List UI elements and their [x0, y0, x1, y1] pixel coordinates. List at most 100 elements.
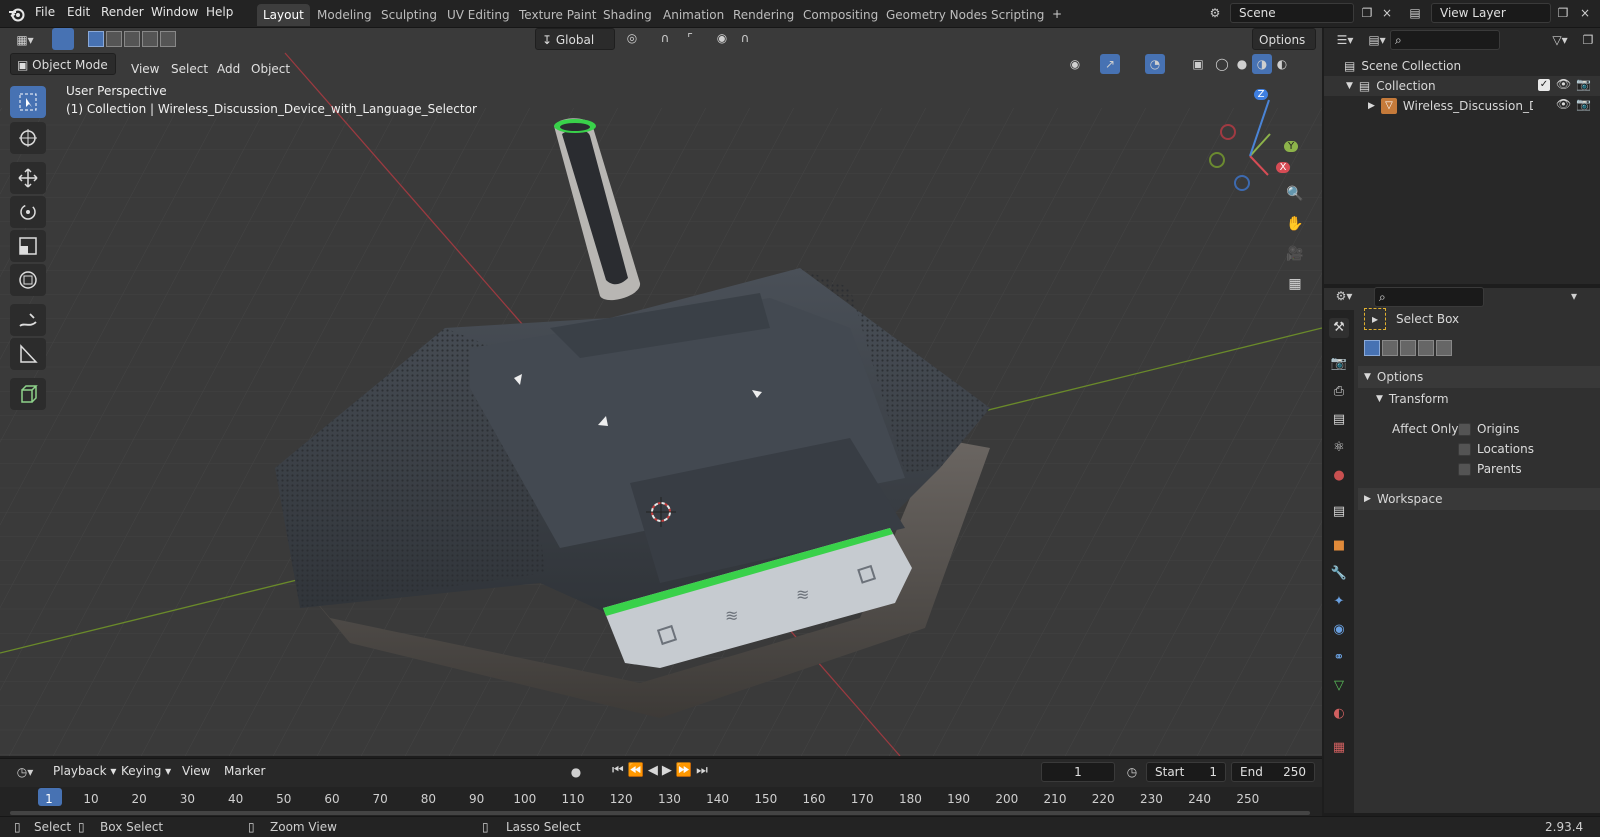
constraints-tab-icon[interactable]: ⚭ [1329, 648, 1349, 668]
visibility-icon[interactable]: ◉ [1065, 54, 1085, 74]
menu-help[interactable]: Help [206, 5, 233, 19]
collection-exclude-checkbox[interactable]: ✓ [1538, 79, 1550, 91]
view-layer-selector[interactable]: View Layer [1431, 3, 1551, 23]
transform-orientation-dropdown[interactable]: ↧ Global [535, 28, 615, 50]
parents-checkbox[interactable] [1458, 463, 1471, 476]
view-layer-icon[interactable]: ▤ [1405, 3, 1425, 23]
transform-subpanel-header[interactable]: ▼ Transform [1376, 392, 1449, 406]
timeline-editor-icon[interactable]: ◷▾ [10, 762, 40, 782]
origins-checkbox[interactable] [1458, 423, 1471, 436]
filter-icon[interactable]: ▽▾ [1546, 30, 1574, 50]
tab-modeling[interactable]: Modeling [311, 4, 378, 26]
snap-magnet-icon[interactable]: ∩ [655, 28, 675, 48]
gizmo-z-label[interactable]: Z [1254, 89, 1268, 100]
timeline-menu-marker[interactable]: Marker [224, 764, 265, 778]
material-shading-icon[interactable]: ◑ [1252, 54, 1272, 74]
close-view-layer-icon[interactable]: × [1575, 3, 1595, 23]
selection-mode-group[interactable] [88, 31, 176, 47]
collection-tab-icon[interactable]: ▤ [1329, 502, 1349, 522]
xray-icon[interactable]: ▣ [1188, 54, 1208, 74]
world-tab-icon[interactable]: ● [1329, 466, 1349, 486]
timeline-menu-view[interactable]: View [182, 764, 210, 778]
scene-tab-icon[interactable]: ⚛ [1329, 438, 1349, 458]
tool-select-box[interactable] [10, 86, 46, 118]
texture-tab-icon[interactable]: ▦ [1329, 738, 1349, 758]
render-tab-icon[interactable]: 📷 [1329, 354, 1349, 374]
viewport-menu-add[interactable]: Add [217, 62, 240, 76]
outliner-row-scene-collection[interactable]: ▤ Scene Collection [1344, 57, 1461, 75]
outliner-row-object[interactable]: ▶ ▽ Wireless_Discussion_Dev 👁 📷 [1324, 96, 1600, 116]
timeline-menu-playback[interactable]: Playback ▾ [53, 764, 116, 778]
solid-shading-icon[interactable]: ● [1232, 54, 1252, 74]
play-icon[interactable]: ▶ [662, 763, 672, 778]
tab-compositing[interactable]: Compositing [797, 4, 884, 26]
rendered-shading-icon[interactable]: ◐ [1272, 54, 1292, 74]
tool-mode-group[interactable] [1364, 340, 1452, 356]
select-intersect-icon[interactable] [160, 31, 176, 47]
material-tab-icon[interactable]: ◐ [1329, 704, 1349, 724]
pan-hand-icon[interactable]: ✋ [1281, 210, 1309, 238]
viewport-menu-object[interactable]: Object [251, 62, 290, 76]
viewport-menu-view[interactable]: View [131, 62, 159, 76]
close-scene-icon[interactable]: × [1377, 3, 1397, 23]
options-panel-header[interactable]: ▼ Options [1358, 366, 1600, 388]
locations-checkbox[interactable] [1458, 443, 1471, 456]
viewport-menu-select[interactable]: Select [171, 62, 208, 76]
collection-visibility-eye-icon[interactable]: 👁 [1556, 77, 1571, 91]
particles-tab-icon[interactable]: ✦ [1329, 592, 1349, 612]
select-subtract-icon[interactable] [124, 31, 140, 47]
properties-options-chevron-icon[interactable]: ▾ [1564, 286, 1584, 306]
new-collection-icon[interactable]: ❐ [1578, 30, 1598, 50]
properties-editor-icon[interactable]: ⚙▾ [1330, 286, 1358, 306]
menu-edit[interactable]: Edit [67, 5, 90, 19]
start-frame-field[interactable]: Start 1 [1146, 762, 1226, 782]
object-visibility-eye-icon[interactable]: 👁 [1556, 97, 1571, 111]
tool-mode-intersect-icon[interactable] [1436, 340, 1452, 356]
menu-render[interactable]: Render [101, 5, 144, 19]
tab-geometry-nodes[interactable]: Geometry Nodes [880, 4, 993, 26]
workspace-panel-header[interactable]: ▶ Workspace [1358, 488, 1600, 510]
outliner-search-input[interactable]: ⌕ [1390, 30, 1500, 50]
tab-animation[interactable]: Animation [657, 4, 730, 26]
modifier-tab-icon[interactable]: 🔧 [1329, 564, 1349, 584]
tab-rendering[interactable]: Rendering [727, 4, 800, 26]
jump-start-icon[interactable]: ⏮ [612, 763, 624, 778]
perspective-grid-icon[interactable]: ▦ [1281, 270, 1309, 298]
prev-keyframe-icon[interactable]: ⏪ [628, 763, 644, 778]
menu-window[interactable]: Window [151, 5, 198, 19]
scene-selector[interactable]: Scene [1230, 3, 1354, 23]
blender-logo-icon[interactable] [8, 5, 26, 23]
scene-icon[interactable]: ⚙ [1205, 3, 1225, 23]
camera-view-icon[interactable]: 🎥 [1281, 240, 1309, 268]
outliner-editor-icon[interactable]: ☰▾ [1332, 30, 1358, 50]
tool-mode-invert-icon[interactable] [1418, 340, 1434, 356]
data-tab-icon[interactable]: ▽ [1329, 676, 1349, 696]
timeline-menu-keying[interactable]: Keying ▾ [121, 764, 171, 778]
tool-mode-extend-icon[interactable] [1382, 340, 1398, 356]
tool-tab-icon[interactable]: ⚒ [1329, 318, 1349, 338]
menu-file[interactable]: File [35, 5, 55, 19]
tab-scripting[interactable]: Scripting [985, 4, 1050, 26]
tool-cursor[interactable] [10, 122, 46, 154]
object-tab-icon[interactable]: ■ [1329, 536, 1349, 556]
gizmo-y-label[interactable]: Y [1284, 141, 1298, 152]
gizmo-x-label[interactable]: X [1276, 162, 1290, 173]
falloff-icon[interactable]: ∩ [735, 28, 755, 48]
pivot-point-icon[interactable]: ◎ [622, 28, 642, 48]
physics-tab-icon[interactable]: ◉ [1329, 620, 1349, 640]
display-mode-icon[interactable]: ▤▾ [1364, 30, 1390, 50]
collection-render-camera-icon[interactable]: 📷 [1576, 77, 1591, 91]
tool-mode-new-icon[interactable] [1364, 340, 1380, 356]
tab-texture-paint[interactable]: Texture Paint [513, 4, 602, 26]
tool-annotate[interactable] [10, 304, 46, 336]
tool-add-cube[interactable] [10, 378, 46, 410]
end-frame-field[interactable]: End 250 [1231, 762, 1315, 782]
select-extend-icon[interactable] [106, 31, 122, 47]
add-workspace-icon[interactable]: + [1047, 4, 1067, 24]
tab-shading[interactable]: Shading [597, 4, 658, 26]
new-view-layer-icon[interactable]: ❐ [1553, 3, 1573, 23]
expand-object-icon[interactable]: ▶ [1368, 101, 1375, 111]
tool-measure[interactable] [10, 338, 46, 370]
object-render-camera-icon[interactable]: 📷 [1576, 97, 1591, 111]
next-keyframe-icon[interactable]: ⏩ [676, 763, 692, 778]
